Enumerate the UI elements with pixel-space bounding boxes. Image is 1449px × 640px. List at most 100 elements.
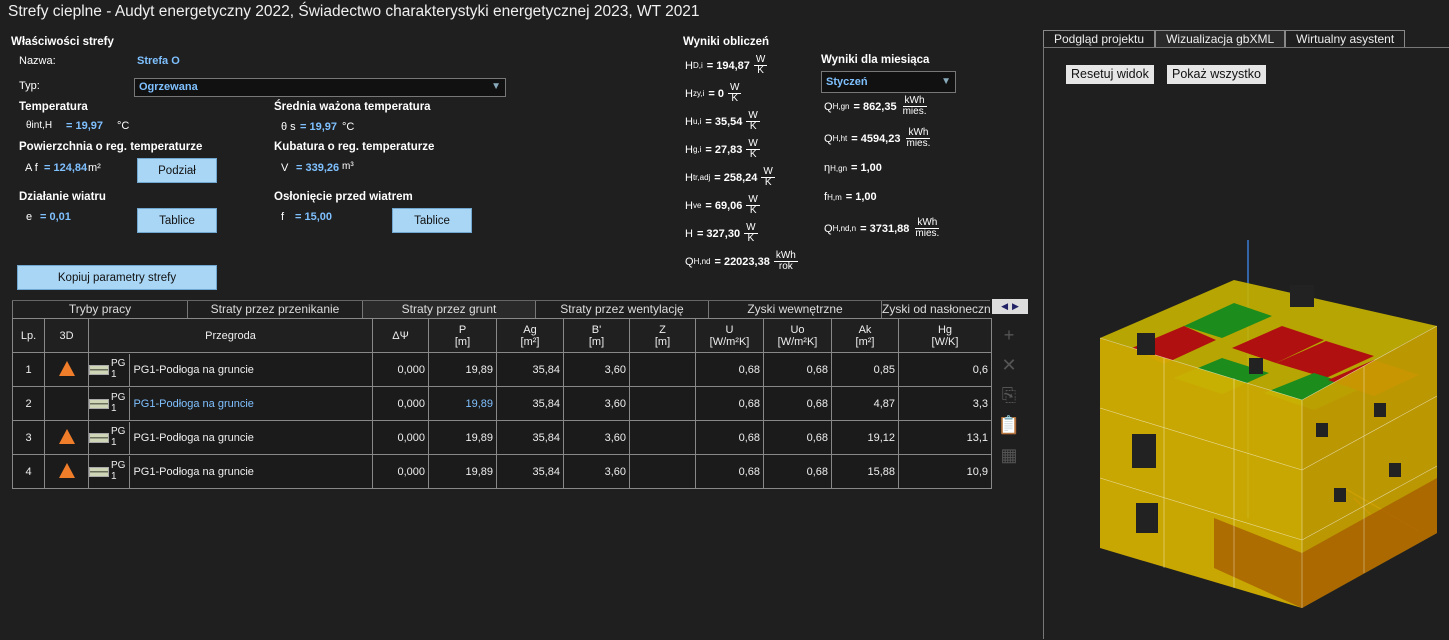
tab-1[interactable]: Tryby pracy [12,301,187,318]
cell-z[interactable] [629,352,696,387]
cell-b[interactable]: 3,60 [563,420,630,455]
chevron-down-icon: ▼ [491,81,501,92]
right-tab-1[interactable]: Podgląd projektu [1043,30,1156,47]
monthly-subscript: H,gn [832,102,850,111]
table-row[interactable]: 1 PG 1 PG1-Podłoga na gruncie 0,000 19,89 35,… [12,352,992,387]
cell-b[interactable]: 3,60 [563,454,630,489]
partition-cell[interactable]: PG 1 PG1-Podłoga na gruncie [88,352,373,387]
cell-u[interactable]: 0,68 [695,386,764,421]
column-header[interactable]: U [W/m²K] [695,318,764,353]
cell-u[interactable]: 0,68 [695,352,764,387]
add-row-icon[interactable]: + [996,322,1022,348]
column-header[interactable]: Lp. [12,318,45,353]
partition-name[interactable]: PG1-Podłoga na gruncie [133,364,253,376]
column-header[interactable]: P [m] [428,318,497,353]
zone-name-value[interactable]: Strefa O [137,55,180,67]
column-header[interactable]: Ak [m²] [831,318,899,353]
cell-p[interactable]: 19,89 [428,352,497,387]
column-header[interactable]: 3D [44,318,89,353]
chevron-left-icon[interactable]: ◀ [1001,301,1008,312]
partition-cell[interactable]: PG 1 PG1-Podłoga na gruncie [88,420,373,455]
partition-name[interactable]: PG1-Podłoga na gruncie [133,466,253,478]
column-header[interactable]: Przegroda [88,318,373,353]
right-tab-3[interactable]: Wirtualny asystent [1285,30,1406,47]
cell-dpsi[interactable]: 0,000 [372,386,429,421]
cell-uo[interactable]: 0,68 [763,454,832,489]
cell-hg[interactable]: 13,1 [898,420,992,455]
cell-dpsi[interactable]: 0,000 [372,420,429,455]
cell-b[interactable]: 3,60 [563,352,630,387]
cell-hg[interactable]: 3,3 [898,386,992,421]
chevron-right-icon[interactable]: ▶ [1012,301,1019,312]
calculator-icon[interactable]: ▦ [996,442,1022,468]
row-3d-cell[interactable] [44,420,89,455]
row-3d-cell[interactable] [44,352,89,387]
partition-cell[interactable]: PG 1 PG1-Podłoga na gruncie [88,454,373,489]
table-row[interactable]: 3 PG 1 PG1-Podłoga na gruncie 0,000 19,89 35,… [12,420,992,455]
cell-hg[interactable]: 0,6 [898,352,992,387]
3d-view-icon[interactable] [58,462,75,478]
month-select[interactable]: Styczeń ▼ [821,71,956,93]
cell-ag[interactable]: 35,84 [496,352,564,387]
cell-ag[interactable]: 35,84 [496,386,564,421]
cell-u[interactable]: 0,68 [695,454,764,489]
row-3d-cell[interactable] [44,386,89,421]
cell-p[interactable]: 19,89 [428,386,497,421]
tab-6[interactable]: Zyski od nasłonecznienia [881,301,990,318]
cell-u[interactable]: 0,68 [695,420,764,455]
partition-cell[interactable]: PG 1 PG1-Podłoga na gruncie [88,386,373,421]
table-row[interactable]: 2 PG 1 PG1-Podłoga na gruncie 0,000 19,89 35,… [12,386,992,421]
table-row[interactable]: 4 PG 1 PG1-Podłoga na gruncie 0,000 19,89 35,… [12,454,992,489]
tab-scroll[interactable]: ◀ ▶ [992,299,1028,314]
cell-uo[interactable]: 0,68 [763,386,832,421]
cell-z[interactable] [629,420,696,455]
cell-ak[interactable]: 15,88 [831,454,899,489]
delete-row-icon[interactable]: ✕ [996,352,1022,378]
right-tab-2[interactable]: Wizualizacja gbXML [1155,30,1286,47]
cell-p[interactable]: 19,89 [428,420,497,455]
3d-view-icon[interactable] [58,428,75,444]
row-number: 2 [12,386,45,421]
column-header[interactable]: Hg [W/K] [898,318,992,353]
wind-tables-button[interactable]: Tablice [137,208,217,233]
tab-5[interactable]: Zyski wewnętrzne [708,301,881,318]
cell-uo[interactable]: 0,68 [763,420,832,455]
floor-partition-icon [89,398,109,409]
row-3d-cell[interactable] [44,454,89,489]
gbxml-viewport[interactable]: Resetuj widok Pokaż wszystko [1043,47,1449,639]
column-header[interactable]: ΔΨ [372,318,429,353]
building-3d-model[interactable] [1044,48,1449,640]
split-button[interactable]: Podział [137,158,217,183]
cell-p[interactable]: 19,89 [428,454,497,489]
partition-name[interactable]: PG1-Podłoga na gruncie [133,432,253,444]
cell-ak[interactable]: 4,87 [831,386,899,421]
3d-view-icon[interactable] [58,360,75,376]
column-header[interactable]: Uo [W/m²K] [763,318,832,353]
row-toolbar: + ✕ ⎘ 📋 ▦ [996,322,1022,472]
cell-b[interactable]: 3,60 [563,386,630,421]
tab-3[interactable]: Straty przez grunt [362,301,535,318]
cell-hg[interactable]: 10,9 [898,454,992,489]
cell-ak[interactable]: 19,12 [831,420,899,455]
paste-row-icon[interactable]: 📋 [996,412,1022,438]
column-header[interactable]: Ag [m²] [496,318,564,353]
column-header[interactable]: B' [m] [563,318,630,353]
cell-dpsi[interactable]: 0,000 [372,454,429,489]
tab-4[interactable]: Straty przez wentylację [535,301,708,318]
partition-name[interactable]: PG1-Podłoga na gruncie [133,398,253,410]
cell-z[interactable] [629,386,696,421]
cell-ag[interactable]: 35,84 [496,420,564,455]
column-header[interactable]: Z [m] [629,318,696,353]
tab-2[interactable]: Straty przez przenikanie [187,301,362,318]
monthly-row: Q H,ht = 4594,23 kWh mies. [824,128,932,149]
zone-type-select[interactable]: Ogrzewana ▼ [134,78,506,97]
shield-tables-button[interactable]: Tablice [392,208,472,233]
cell-dpsi[interactable]: 0,000 [372,352,429,387]
cell-ak[interactable]: 0,85 [831,352,899,387]
copy-row-icon[interactable]: ⎘ [996,382,1022,408]
cell-ag[interactable]: 35,84 [496,454,564,489]
result-row: Hg,i = 27,83 W K [685,139,760,160]
cell-uo[interactable]: 0,68 [763,352,832,387]
copy-zone-params-button[interactable]: Kopiuj parametry strefy [17,265,217,290]
cell-z[interactable] [629,454,696,489]
